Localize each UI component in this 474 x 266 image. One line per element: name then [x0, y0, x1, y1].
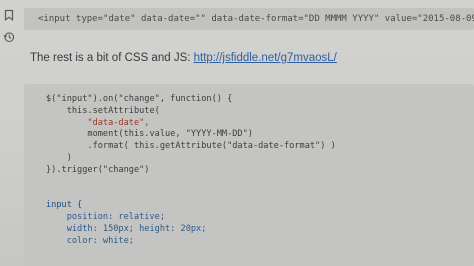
answer-paragraph: The rest is a bit of CSS and JS: http://… [30, 52, 337, 64]
code-line: color: white; [46, 235, 134, 246]
inline-code-html: <input type="date" data-date="" data-dat… [24, 8, 474, 30]
post-gutter [0, 0, 24, 266]
inline-code-text: <input type="date" data-date="" data-dat… [38, 14, 474, 24]
code-block: $("input").on("change", function() { thi… [24, 84, 474, 266]
code-line: }).trigger("change") [46, 164, 150, 175]
history-icon[interactable] [3, 31, 15, 43]
code-line: $("input").on("change", function() { [46, 94, 233, 104]
code-line: position: relative; [46, 211, 165, 222]
code-line: ) [46, 152, 72, 163]
code-line: input { [46, 200, 83, 211]
bookmark-icon[interactable] [3, 9, 15, 21]
paragraph-text: The rest is a bit of CSS and JS: [30, 52, 194, 64]
code-line: width: 150px; height: 20px; [46, 223, 207, 234]
page: <input type="date" data-date="" data-dat… [0, 0, 474, 266]
code-line: moment(this.value, "YYYY-MM-DD") [46, 129, 253, 140]
code-line: .format( this.getAttribute("data-date-fo… [46, 141, 336, 152]
code-line: "data-date", [46, 117, 150, 128]
code-line: this.setAttribute( [46, 105, 160, 116]
jsfiddle-link[interactable]: http://jsfiddle.net/g7mvaosL/ [194, 52, 337, 64]
